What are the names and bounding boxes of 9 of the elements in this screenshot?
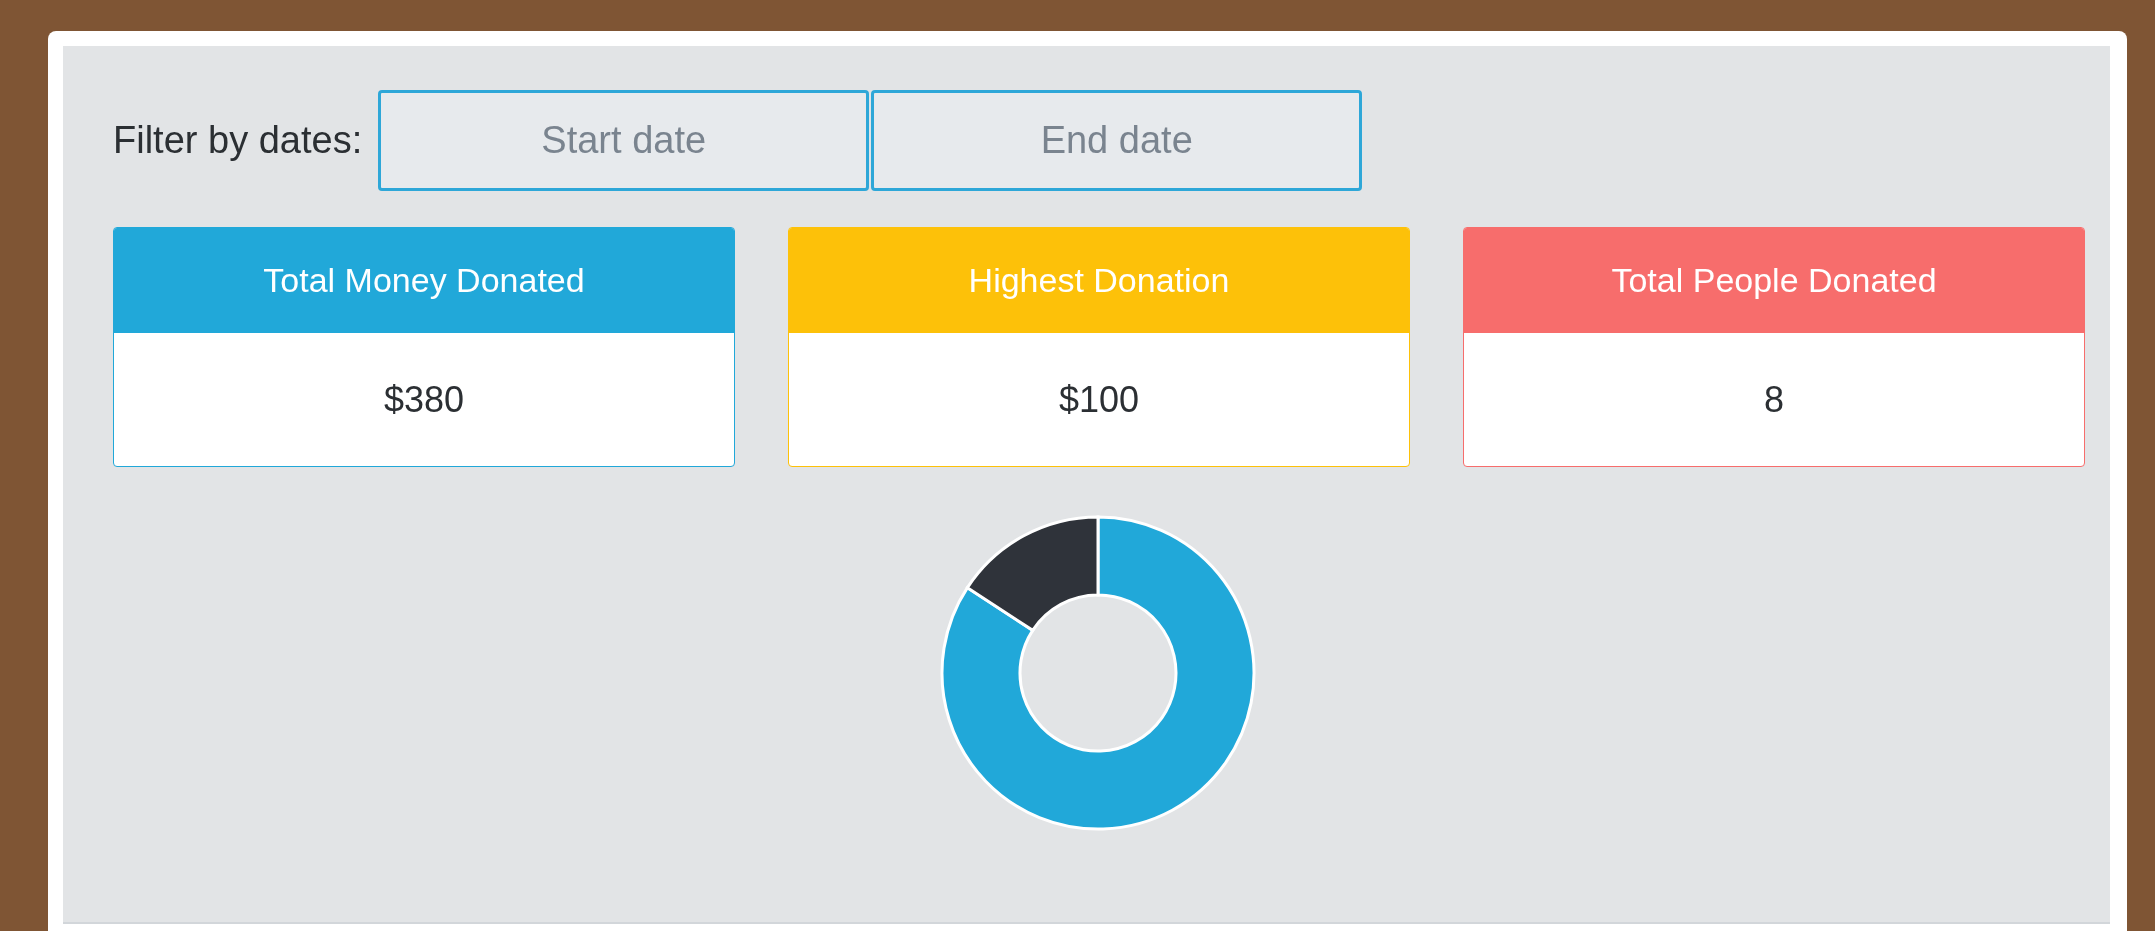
- card-value: $100: [1058, 378, 1140, 421]
- end-date-field[interactable]: End date: [871, 90, 1363, 191]
- card-value: 8: [1764, 378, 1784, 421]
- card-title: Total People Donated: [1611, 261, 1937, 300]
- filter-label: Filter by dates:: [113, 119, 363, 162]
- card-title: Highest Donation: [968, 261, 1230, 300]
- start-date-field[interactable]: Start date: [378, 90, 870, 191]
- card-title: Total Money Donated: [263, 261, 585, 300]
- card-value: $380: [383, 378, 465, 421]
